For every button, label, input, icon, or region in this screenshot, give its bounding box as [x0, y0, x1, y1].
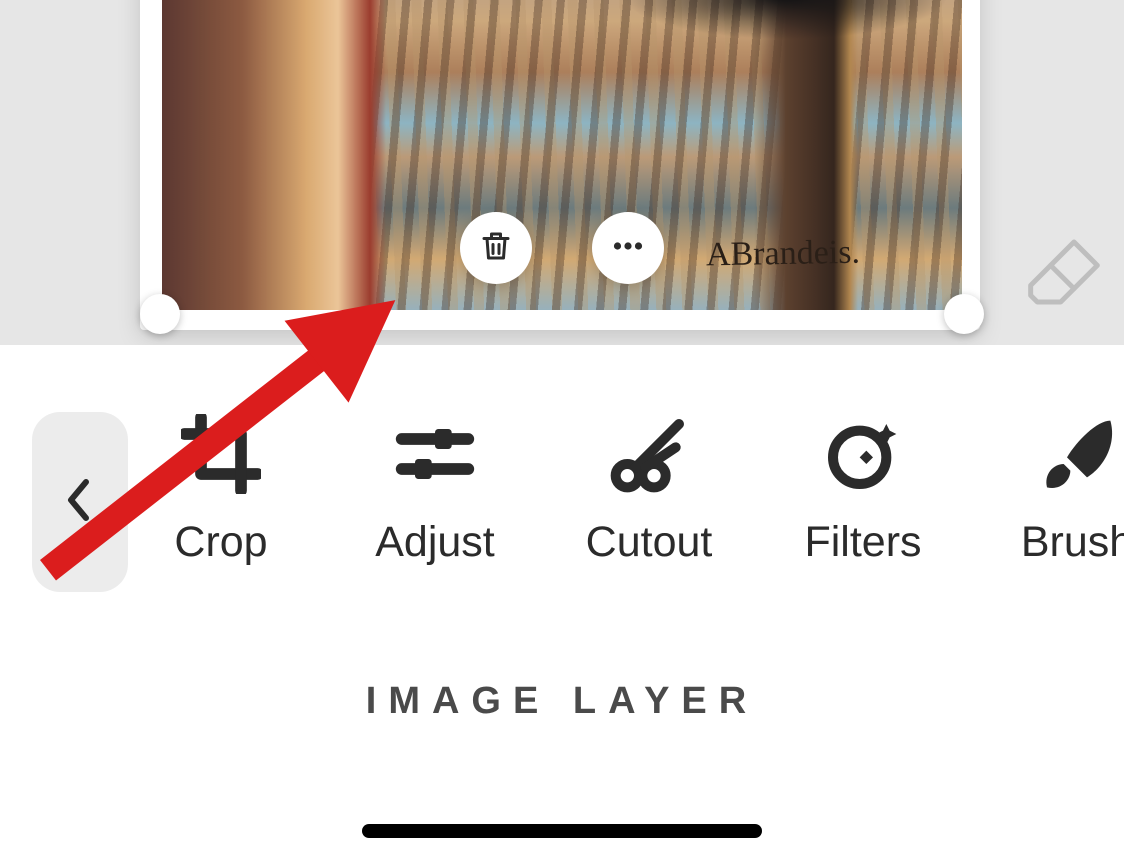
tool-label: Crop — [174, 518, 267, 567]
resize-handle-bottom-right[interactable] — [944, 294, 984, 334]
ellipsis-icon — [610, 228, 646, 269]
tool-brush[interactable]: Brush — [1016, 412, 1124, 567]
sliders-icon — [393, 412, 477, 496]
chevron-left-icon — [62, 475, 98, 530]
toolbar-back-button[interactable] — [32, 412, 128, 592]
scissors-icon — [607, 412, 691, 496]
section-title: IMAGE LAYER — [0, 680, 1124, 723]
tool-label: Filters — [804, 518, 921, 567]
eraser-tool[interactable] — [1024, 232, 1104, 312]
brush-icon — [1035, 412, 1119, 496]
crop-icon — [179, 412, 263, 496]
tool-label: Brush — [1021, 518, 1124, 567]
trash-icon — [478, 228, 514, 269]
tool-adjust[interactable]: Adjust — [374, 412, 496, 567]
tool-filters[interactable]: Filters — [802, 412, 924, 567]
delete-button[interactable] — [460, 212, 532, 284]
filters-icon — [821, 412, 905, 496]
floating-actions — [0, 212, 1124, 284]
tool-label: Cutout — [586, 518, 713, 567]
canvas-area: ABrandeis. — [0, 0, 1124, 345]
tool-label: Adjust — [375, 518, 495, 567]
resize-handle-bottom-left[interactable] — [140, 294, 180, 334]
tool-list: Crop Adjust Cu — [160, 412, 1124, 567]
tool-cutout[interactable]: Cutout — [588, 412, 710, 567]
more-button[interactable] — [592, 212, 664, 284]
eraser-icon — [1024, 299, 1104, 316]
home-indicator — [362, 824, 762, 838]
tool-toolbar: Crop Adjust Cu — [0, 412, 1124, 592]
tool-crop[interactable]: Crop — [160, 412, 282, 567]
